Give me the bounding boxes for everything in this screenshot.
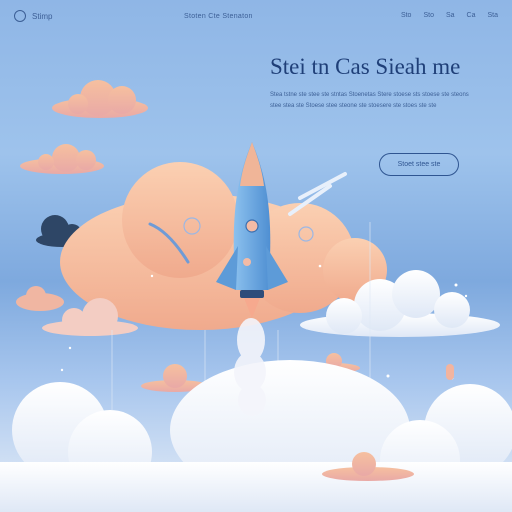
hero-subtext: Stea tstne ste stee ste stntas Stoenetas… [270,92,469,109]
logo-icon [14,10,26,22]
logo-text: Stimp [32,11,53,21]
nav-item-5[interactable]: Sta [487,12,498,19]
nav-item-3[interactable]: Sa [446,12,455,19]
cloud-left-low [16,286,64,311]
logo[interactable]: Stimp [14,10,52,22]
nav-center-links[interactable]: Stoten Cte Stenaton [184,13,253,20]
cloud-top-left [52,80,148,118]
landing-page: Stimp Stoten Cte Stenaton Sto Sto Sa Ca … [0,0,512,512]
rocket-exhaust [234,318,266,416]
nav-item-4[interactable]: Ca [467,12,476,19]
hero-headline: Stei tn Cas Sieah me [270,54,461,79]
cta-button[interactable]: Stoet stee ste [379,153,459,176]
nav-right-links: Sto Sto Sa Ca Sta [401,12,498,19]
nav-item-2[interactable]: Sto [423,12,434,19]
nav-item-1[interactable]: Sto [401,12,412,19]
capsule-decor [446,364,454,380]
cloud-mid-left [20,144,104,174]
top-nav: Stimp Stoten Cte Stenaton Sto Sto Sa Ca … [14,8,498,30]
